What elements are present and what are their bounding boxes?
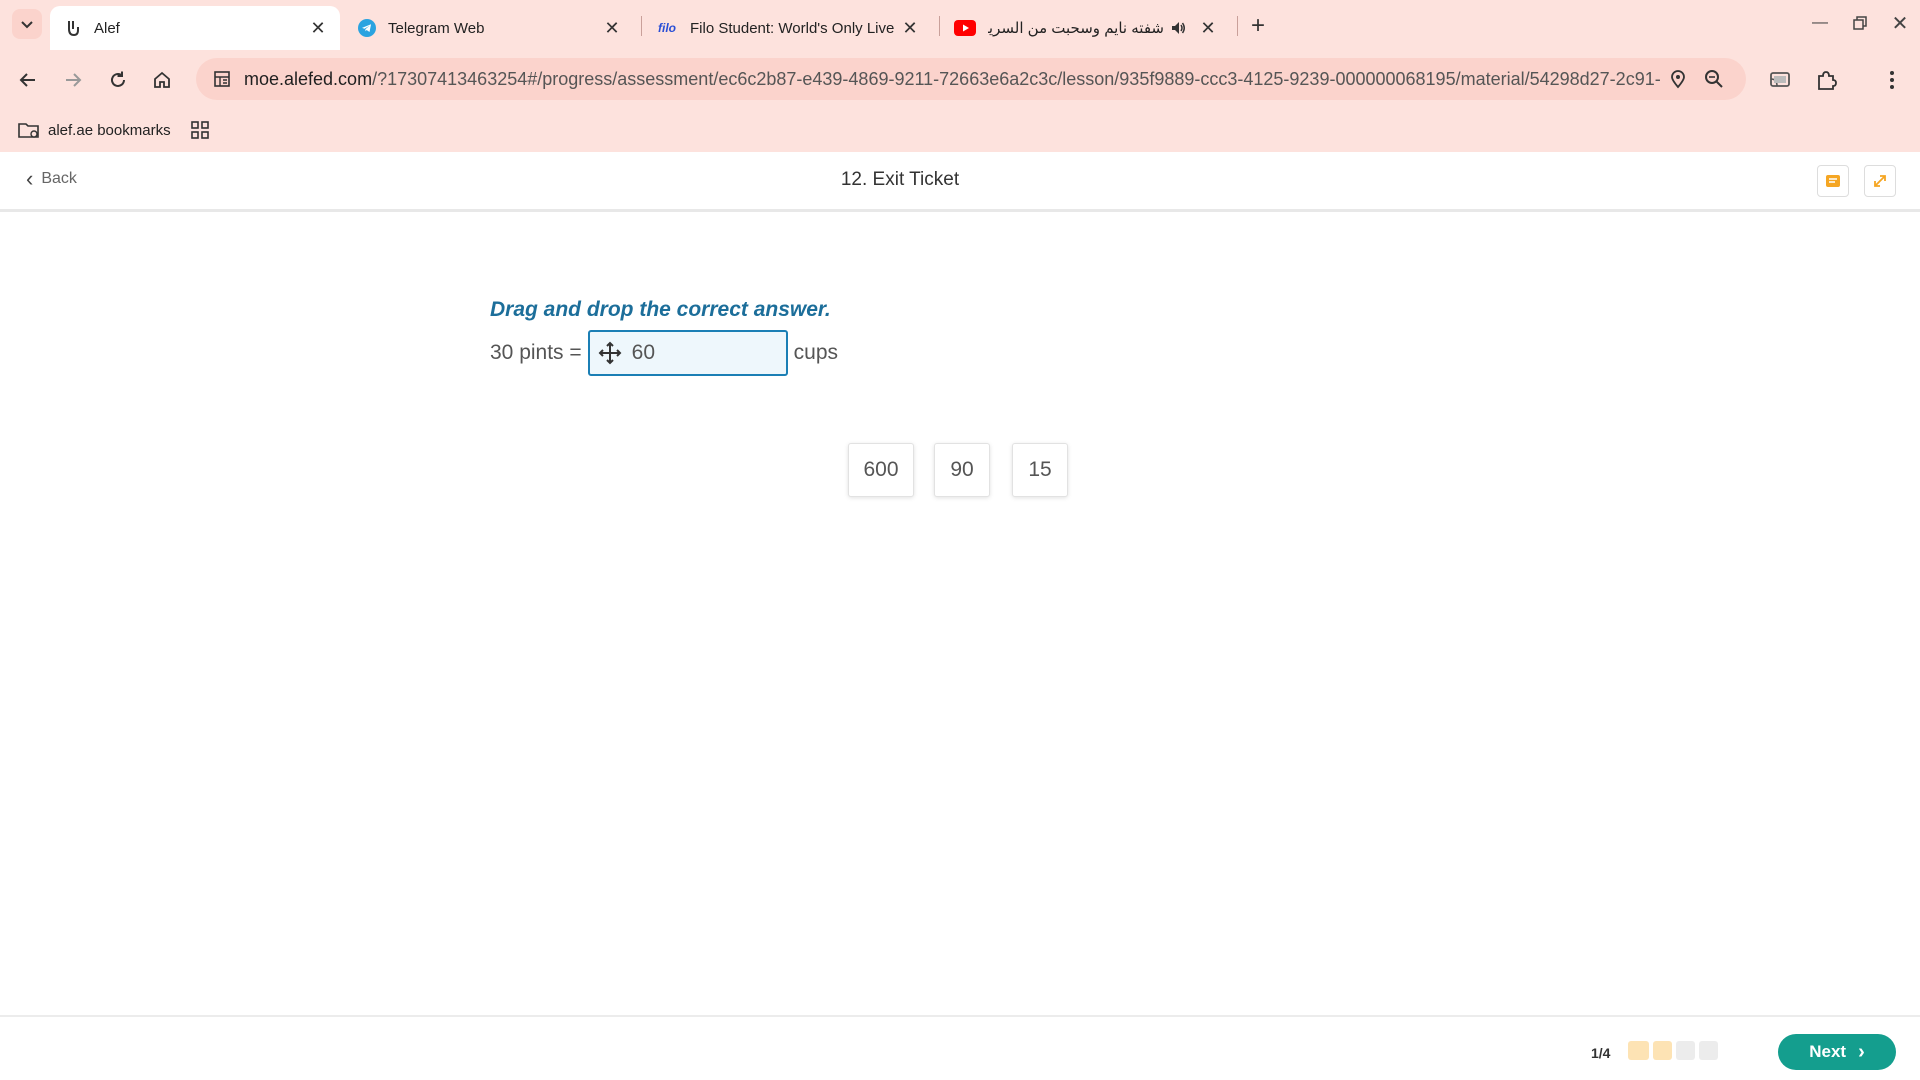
- lesson-title: 12. Exit Ticket: [840, 169, 960, 190]
- bookmark-folder-alef[interactable]: alef.ae bookmarks: [18, 121, 171, 139]
- answer-choices: 600 90 15: [848, 443, 1088, 497]
- progress-dot[interactable]: [1628, 1041, 1649, 1060]
- bookmark-label: alef.ae bookmarks: [48, 121, 171, 139]
- zoom-icon[interactable]: [1696, 69, 1732, 89]
- tab-search-button[interactable]: [12, 9, 42, 39]
- close-icon[interactable]: ✕: [600, 16, 624, 40]
- minimize-icon[interactable]: —: [1800, 8, 1840, 38]
- youtube-icon: [954, 19, 976, 37]
- chevron-right-icon: ›: [1858, 1040, 1865, 1063]
- filo-icon: filo: [658, 21, 676, 35]
- more-menu-icon[interactable]: [1874, 62, 1910, 98]
- choice-tile[interactable]: 90: [934, 443, 990, 497]
- lesson-footer: 1/4 Next ›: [0, 1015, 1920, 1080]
- url-text[interactable]: moe.alefed.com/?17307413463254#/progress…: [236, 69, 1660, 90]
- choice-tile[interactable]: 15: [1012, 443, 1068, 497]
- cast-icon[interactable]: [1762, 62, 1798, 98]
- page-indicator: 1/4: [1591, 1045, 1611, 1061]
- apps-grid-icon[interactable]: [190, 121, 217, 139]
- close-icon[interactable]: ✕: [306, 16, 330, 40]
- question-prompt: Drag and drop the correct answer.: [490, 298, 831, 321]
- site-info-icon[interactable]: [208, 70, 236, 88]
- next-label: Next: [1809, 1042, 1847, 1061]
- progress-dot[interactable]: [1699, 1041, 1718, 1060]
- tab-title: Telegram Web: [388, 19, 485, 37]
- answer-dropzone[interactable]: 60: [587, 330, 788, 376]
- forward-arrow-icon[interactable]: [55, 62, 91, 98]
- speaker-icon[interactable]: [1170, 20, 1186, 36]
- browser-frame: Alef ✕ Telegram Web ✕ filo Filo Student:…: [0, 0, 1920, 152]
- reload-icon[interactable]: [100, 62, 136, 98]
- move-icon[interactable]: [598, 341, 622, 365]
- back-arrow-icon[interactable]: [10, 62, 46, 98]
- expand-icon: [1874, 175, 1886, 187]
- tab-title: شفته نايم وسحبت من السرير: [988, 20, 1164, 37]
- equation-left-text: 30 pints =: [490, 341, 582, 364]
- tab-youtube[interactable]: شفته نايم وسحبت من السرير ✕: [940, 6, 1230, 50]
- equation-row: 30 pints = 60 cups: [490, 330, 838, 376]
- tab-strip: Alef ✕ Telegram Web ✕ filo Filo Student:…: [0, 0, 1920, 50]
- fullscreen-button[interactable]: [1864, 165, 1896, 197]
- location-icon[interactable]: [1660, 69, 1696, 89]
- home-icon[interactable]: [144, 62, 180, 98]
- tab-alef[interactable]: Alef ✕: [50, 6, 340, 50]
- tab-telegram[interactable]: Telegram Web ✕: [344, 6, 634, 50]
- tab-title: Alef: [94, 19, 120, 37]
- restore-icon[interactable]: [1840, 8, 1880, 38]
- folder-icon: [18, 123, 39, 138]
- lesson-header: ‹ Back 12. Exit Ticket: [0, 152, 1920, 212]
- dropped-answer[interactable]: 60: [632, 341, 655, 365]
- telegram-icon: [358, 19, 376, 37]
- progress-dot[interactable]: [1653, 1041, 1672, 1060]
- bookmarks-bar: alef.ae bookmarks: [0, 108, 1920, 152]
- close-window-icon[interactable]: ✕: [1880, 8, 1920, 38]
- progress-dots: [1628, 1041, 1722, 1060]
- alef-icon: [64, 19, 82, 37]
- close-icon[interactable]: ✕: [1196, 16, 1220, 40]
- tab-filo[interactable]: filo Filo Student: World's Only Live I ✕: [642, 6, 932, 50]
- choice-tile[interactable]: 600: [848, 443, 914, 497]
- chevron-down-icon: [21, 21, 33, 29]
- progress-dot[interactable]: [1676, 1041, 1695, 1060]
- equation-right-text: cups: [793, 341, 839, 364]
- address-bar[interactable]: moe.alefed.com/?17307413463254#/progress…: [196, 58, 1746, 100]
- tab-separator: [1237, 16, 1238, 36]
- extensions-icon[interactable]: [1808, 62, 1844, 98]
- tab-title: Filo Student: World's Only Live I: [690, 19, 898, 37]
- next-button[interactable]: Next ›: [1778, 1034, 1896, 1070]
- notes-button[interactable]: [1817, 165, 1849, 197]
- close-icon[interactable]: ✕: [898, 16, 922, 40]
- new-tab-button[interactable]: +: [1244, 12, 1272, 40]
- notes-icon: [1826, 175, 1840, 187]
